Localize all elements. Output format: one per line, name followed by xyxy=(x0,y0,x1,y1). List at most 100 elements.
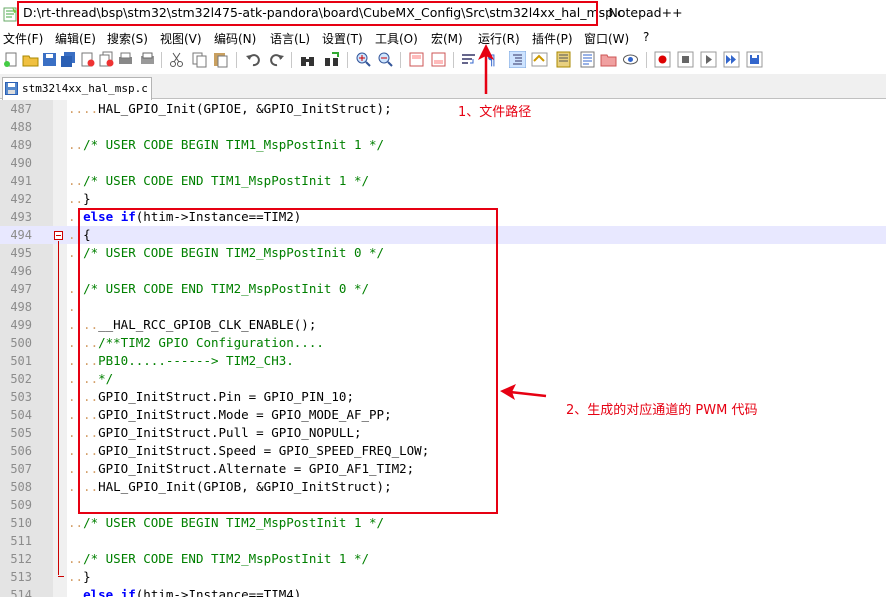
code-text: ../* USER CODE END TIM1_MspPostInit 1 */ xyxy=(68,173,370,188)
line-number: 505 xyxy=(10,426,32,440)
menu-language[interactable]: 语言(L) xyxy=(270,30,310,47)
line-number: 507 xyxy=(10,462,32,476)
line-number: 503 xyxy=(10,390,32,404)
annotation-arrow-up xyxy=(478,44,494,94)
document-map-icon[interactable] xyxy=(555,51,572,68)
folder-workspace-icon[interactable] xyxy=(600,51,617,68)
line-number: 511 xyxy=(10,534,32,548)
menu-edit[interactable]: 编辑(E) xyxy=(55,30,96,47)
close-icon[interactable] xyxy=(79,51,96,68)
toolbar-separator xyxy=(646,52,647,68)
new-file-icon[interactable] xyxy=(3,51,20,68)
code-line[interactable]: 513..} xyxy=(0,568,886,586)
window-title-app: - Notepad++ xyxy=(600,5,683,20)
menu-search[interactable]: 搜索(S) xyxy=(107,30,148,47)
code-line[interactable]: 487 ....HAL_GPIO_Init(GPIOE, &GPIO_InitSt… xyxy=(0,100,886,118)
code-text: ..} xyxy=(68,569,91,584)
annotation-label-file-path: 1、文件路径 xyxy=(458,105,532,120)
notepad-plus-plus-icon xyxy=(3,7,17,22)
menu-bar: 文件(F) 编辑(E) 搜索(S) 视图(V) 编码(N) 语言(L) 设置(T… xyxy=(0,28,886,48)
code-line[interactable]: 492..} xyxy=(0,190,886,208)
line-number: 499 xyxy=(10,318,32,332)
code-line[interactable]: 510 ../* USER CODE BEGIN TIM2_MspPostInit… xyxy=(0,514,886,532)
user-language-icon[interactable] xyxy=(531,51,548,68)
menu-window[interactable]: 窗口(W) xyxy=(584,30,629,47)
code-line[interactable]: 490 xyxy=(0,154,886,172)
line-number: 490 xyxy=(10,156,32,170)
toolbar-separator xyxy=(453,52,454,68)
line-number: 488 xyxy=(10,120,32,134)
print-preview-icon[interactable] xyxy=(139,51,156,68)
menu-file[interactable]: 文件(F) xyxy=(3,30,43,47)
save-macro-icon[interactable] xyxy=(746,51,763,68)
line-number: 492 xyxy=(10,192,32,206)
code-line[interactable]: 488 xyxy=(0,118,886,136)
line-number: 495 xyxy=(10,246,32,260)
line-number: 496 xyxy=(10,264,32,278)
annotation-box-pwm-code xyxy=(78,208,498,514)
fold-collapse-icon[interactable] xyxy=(54,231,63,240)
toolbar-separator xyxy=(291,52,292,68)
cut-icon[interactable] xyxy=(168,51,185,68)
tab-bar: stm32l4xx_hal_msp.c xyxy=(0,74,886,100)
stop-recording-icon[interactable] xyxy=(677,51,694,68)
paste-icon[interactable] xyxy=(212,51,229,68)
line-number: 504 xyxy=(10,408,32,422)
fold-end-marker xyxy=(58,576,64,577)
record-macro-icon[interactable] xyxy=(654,51,671,68)
find-icon[interactable] xyxy=(299,51,316,68)
line-number: 512 xyxy=(10,552,32,566)
line-number: 514 xyxy=(10,588,32,597)
copy-icon[interactable] xyxy=(191,51,208,68)
indent-guide-icon[interactable] xyxy=(509,51,526,68)
menu-macro[interactable]: 宏(M) xyxy=(431,30,463,47)
code-text: ../* USER CODE BEGIN TIM1_MspPostInit 1 … xyxy=(68,137,385,152)
toolbar-separator xyxy=(161,52,162,68)
menu-encoding[interactable]: 编码(N) xyxy=(214,30,256,47)
save-icon[interactable] xyxy=(41,51,58,68)
code-text: ..} xyxy=(68,191,91,206)
title-bar: D:\rt-thread\bsp\stm32\stm32l475-atk-pan… xyxy=(0,0,886,28)
toolbar-separator xyxy=(347,52,348,68)
toolbar-separator xyxy=(400,52,401,68)
monitoring-eye-icon[interactable] xyxy=(622,51,639,68)
line-number: 501 xyxy=(10,354,32,368)
playback-macro-icon[interactable] xyxy=(700,51,717,68)
run-macro-multiple-icon[interactable] xyxy=(723,51,740,68)
close-all-icon[interactable] xyxy=(98,51,115,68)
code-line[interactable]: 489 ../* USER CODE BEGIN TIM1_MspPostInit… xyxy=(0,136,886,154)
undo-icon[interactable] xyxy=(245,51,262,68)
code-line[interactable]: 512 ../* USER CODE END TIM2_MspPostInit 1… xyxy=(0,550,886,568)
zoom-in-icon[interactable] xyxy=(355,51,372,68)
save-icon xyxy=(5,82,18,95)
menu-help[interactable]: ? xyxy=(643,30,649,44)
tab-stm32l4xx-hal-msp[interactable]: stm32l4xx_hal_msp.c xyxy=(2,77,152,100)
print-icon[interactable] xyxy=(117,51,134,68)
menu-settings[interactable]: 设置(T) xyxy=(322,30,363,47)
tab-label: stm32l4xx_hal_msp.c xyxy=(22,82,148,95)
menu-tools[interactable]: 工具(O) xyxy=(375,30,418,47)
menu-plugins[interactable]: 插件(P) xyxy=(532,30,573,47)
line-number: 508 xyxy=(10,480,32,494)
line-number: 493 xyxy=(10,210,32,224)
zoom-out-icon[interactable] xyxy=(377,51,394,68)
open-file-icon[interactable] xyxy=(22,51,39,68)
code-line[interactable]: 511 xyxy=(0,532,886,550)
sync-vertical-scroll-icon[interactable] xyxy=(408,51,425,68)
toolbar: ¶ xyxy=(0,48,886,72)
function-list-icon[interactable] xyxy=(579,51,596,68)
menu-view[interactable]: 视图(V) xyxy=(160,30,202,47)
line-number: 497 xyxy=(10,282,32,296)
sync-horizontal-scroll-icon[interactable] xyxy=(430,51,447,68)
code-line[interactable]: 491 ../* USER CODE END TIM1_MspPostInit 1… xyxy=(0,172,886,190)
line-number: 494 xyxy=(10,228,32,242)
line-number: 498 xyxy=(10,300,32,314)
fold-guide-line xyxy=(58,241,59,575)
code-line[interactable]: 514 ..else if(htim->Instance==TIM4) xyxy=(0,586,886,597)
line-number: 509 xyxy=(10,498,32,512)
redo-icon[interactable] xyxy=(268,51,285,68)
save-all-icon[interactable] xyxy=(60,51,77,68)
line-number: 502 xyxy=(10,372,32,386)
annotation-arrow-left xyxy=(500,384,547,400)
replace-icon[interactable] xyxy=(323,51,340,68)
